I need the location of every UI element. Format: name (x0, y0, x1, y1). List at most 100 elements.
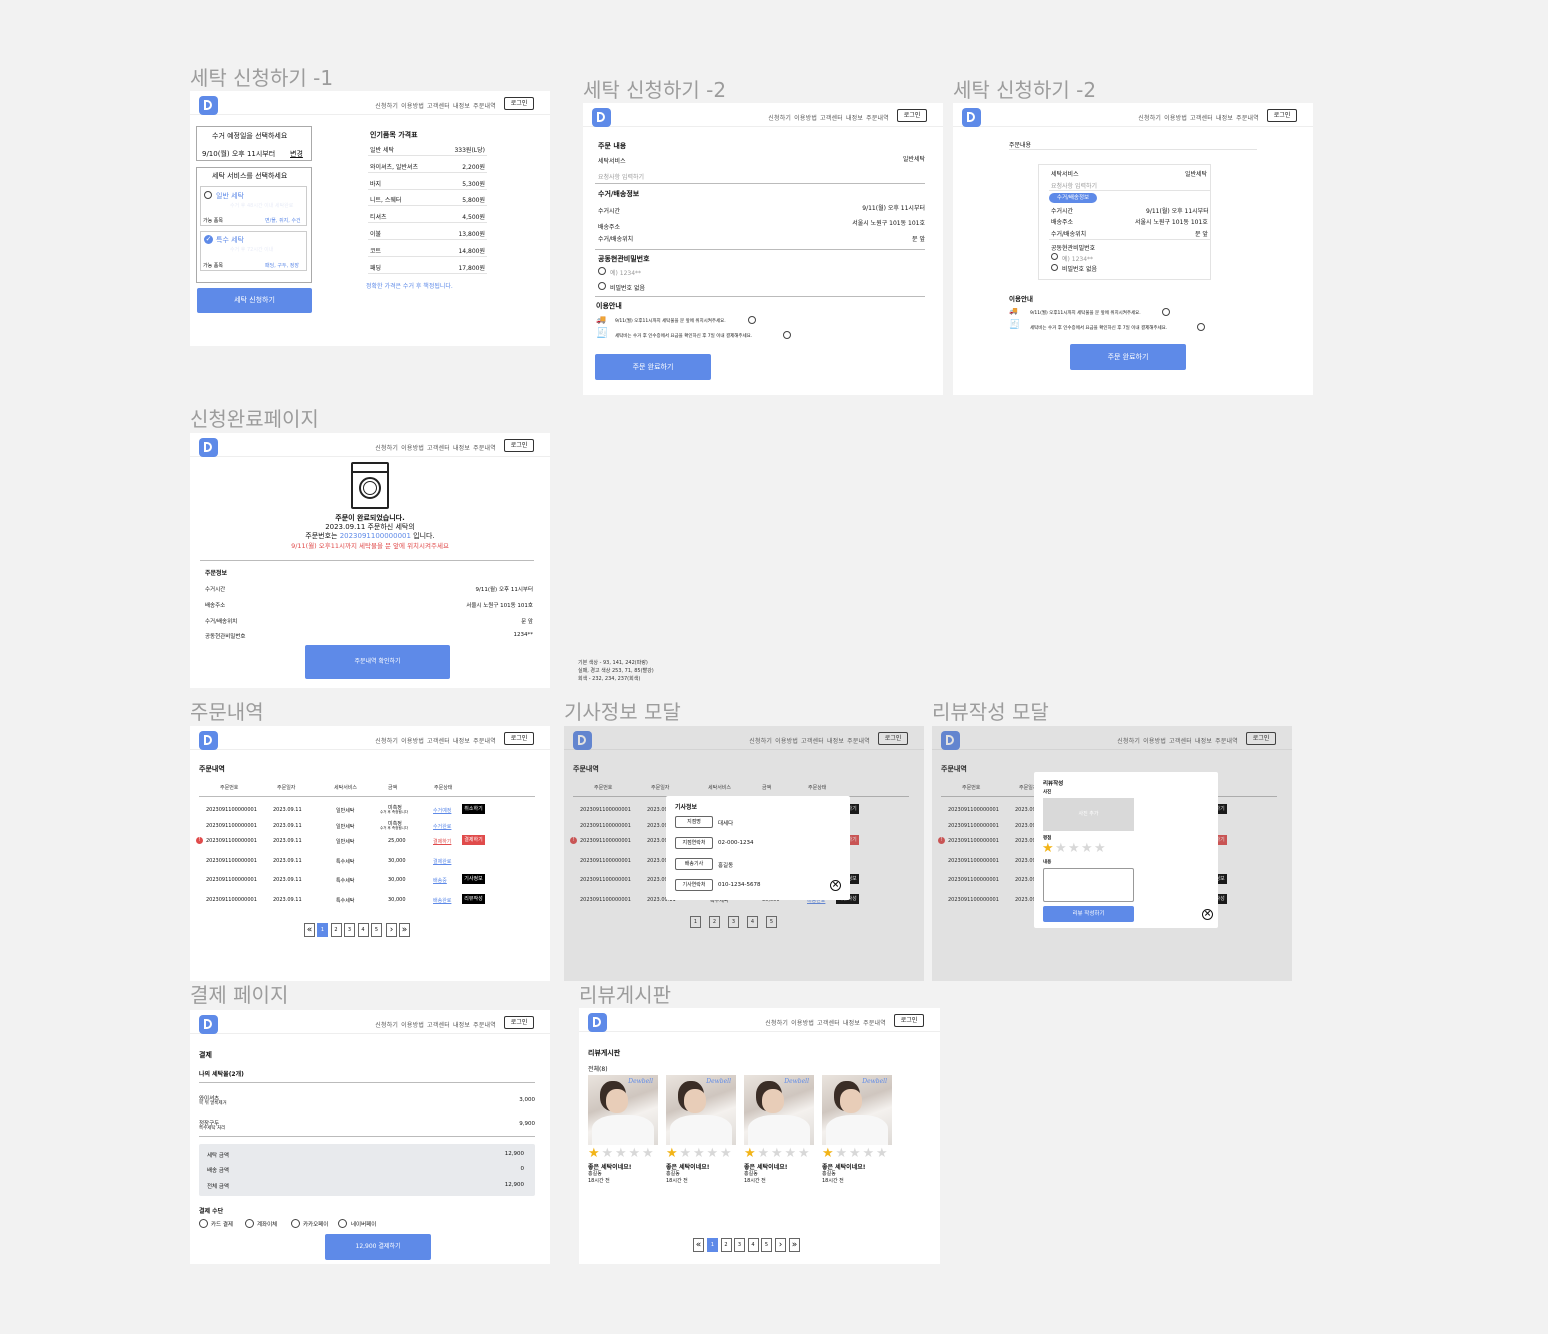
nav-link[interactable]: 주문내역 (473, 1022, 496, 1029)
nav-link[interactable]: 내정보 (1216, 115, 1233, 122)
order-submit-button[interactable]: 주문 완료하기 (595, 354, 711, 380)
nav-link[interactable]: 신청하기 (375, 1022, 398, 1029)
nav-link[interactable]: 고객센터 (820, 115, 843, 122)
door-pw-input[interactable]: 예) 1234** (1062, 254, 1093, 263)
order-status-link[interactable]: 결제완료 (433, 858, 451, 865)
page-button[interactable]: 1 (317, 923, 328, 937)
order-action-button[interactable]: 취소하기 (462, 804, 485, 814)
door-pw-radio[interactable] (1051, 253, 1058, 260)
page-button[interactable]: 1 (707, 1238, 718, 1252)
logo-icon[interactable] (962, 108, 981, 127)
check-icon[interactable]: ✓ (204, 235, 213, 244)
guide-1-check[interactable] (748, 316, 756, 324)
nav-link[interactable]: 신청하기 (375, 445, 398, 452)
rating-stars[interactable]: ★ ★ ★ ★ ★ (1042, 842, 1112, 855)
page-button[interactable]: 4 (357, 923, 369, 937)
nav-link[interactable]: 고객센터 (427, 445, 450, 452)
nav-link[interactable]: 신청하기 (1138, 115, 1161, 122)
review-textarea[interactable] (1043, 868, 1134, 902)
page-button[interactable]: 4 (747, 1238, 759, 1252)
order-status-link[interactable]: 배송완료 (433, 897, 451, 904)
order-status-link[interactable]: 수거완료 (433, 823, 451, 830)
guide-2-check[interactable] (783, 331, 791, 339)
method-radio[interactable] (199, 1219, 208, 1228)
guide-2-check[interactable] (1197, 323, 1205, 331)
no-pw-radio[interactable] (598, 282, 606, 290)
logo-icon[interactable] (199, 1015, 218, 1034)
page-button[interactable]: 5 (371, 923, 382, 937)
nav-link[interactable]: 신청하기 (768, 115, 791, 122)
next-page-icon[interactable]: › (775, 1238, 786, 1252)
close-icon[interactable]: × (1202, 909, 1213, 920)
star-icon[interactable]: ★ (1042, 842, 1054, 855)
special-items: 패딩, 구두, 정장 (265, 263, 299, 269)
pay-button[interactable]: 12,900 결제하기 (325, 1234, 431, 1260)
order-status-link[interactable]: 결제하기 (433, 838, 451, 845)
login-button[interactable]: 로그인 (504, 97, 534, 110)
guide-1-check[interactable] (1162, 308, 1170, 316)
login-button[interactable]: 로그인 (1267, 109, 1297, 122)
page-button[interactable]: 2 (720, 1238, 732, 1252)
star-icon[interactable]: ★ (1068, 842, 1080, 855)
nav-link[interactable]: 주문내역 (473, 103, 496, 110)
view-orders-button[interactable]: 주문내역 확인하기 (305, 645, 450, 679)
nav-link[interactable]: 이용방법 (401, 445, 424, 452)
star-icon[interactable]: ★ (1055, 842, 1067, 855)
order-submit-button[interactable]: 주문 완료하기 (1070, 344, 1186, 370)
login-button[interactable]: 로그인 (504, 439, 534, 452)
nav-link[interactable]: 이용방법 (1164, 115, 1187, 122)
order-action-button[interactable]: 리뷰작성 (462, 894, 485, 904)
review-modal-title: 리뷰작성 (1043, 781, 1064, 787)
login-button[interactable]: 로그인 (504, 1016, 534, 1029)
page-button[interactable]: 2 (330, 923, 342, 937)
method-radio[interactable] (338, 1219, 347, 1228)
nav-link[interactable]: 고객센터 (427, 103, 450, 110)
first-page-icon[interactable]: « (693, 1238, 704, 1252)
logo-icon[interactable] (592, 108, 611, 127)
last-page-icon[interactable]: » (399, 923, 410, 937)
logo-icon[interactable] (199, 438, 218, 457)
method-radio[interactable] (245, 1219, 254, 1228)
last-page-icon[interactable]: » (789, 1238, 800, 1252)
nav-link[interactable]: 이용방법 (794, 115, 817, 122)
order-action-button[interactable]: 기사정보 (462, 874, 485, 884)
page-button[interactable]: 5 (761, 1238, 772, 1252)
nav-link[interactable]: 이용방법 (401, 1022, 424, 1029)
login-button[interactable]: 로그인 (897, 109, 927, 122)
door-pw-input[interactable]: 예) 1234** (610, 268, 641, 277)
nav-link[interactable]: 이용방법 (401, 103, 424, 110)
order-status-link[interactable]: 배송중 (433, 877, 447, 884)
table-header: 세탁서비스 (334, 785, 358, 791)
table-row[interactable] (190, 726, 191, 727)
page-button[interactable]: 3 (734, 1238, 745, 1252)
method-radio[interactable] (291, 1219, 300, 1228)
nav-link[interactable]: 신청하기 (375, 103, 398, 110)
nav-link[interactable]: 내정보 (453, 103, 470, 110)
nav-link[interactable]: 내정보 (453, 445, 470, 452)
photo-upload[interactable]: 사진 추가 (1043, 798, 1134, 831)
nav-link[interactable]: 내정보 (846, 115, 863, 122)
nav-link[interactable]: 주문내역 (866, 115, 889, 122)
nav-link[interactable]: 고객센터 (427, 1022, 450, 1029)
request-input[interactable]: 요청사항 입력하기 (598, 172, 644, 181)
request-input[interactable]: 요청사항 입력하기 (1051, 181, 1097, 190)
next-page-icon[interactable]: › (386, 923, 397, 937)
nav-link[interactable]: 내정보 (453, 1022, 470, 1029)
review-submit-button[interactable]: 리뷰 작성하기 (1043, 906, 1134, 922)
nav-link[interactable]: 주문내역 (473, 445, 496, 452)
door-pw-radio[interactable] (598, 267, 606, 275)
general-radio[interactable] (204, 191, 212, 199)
no-pw-radio[interactable] (1051, 264, 1058, 271)
star-icon[interactable]: ★ (1094, 842, 1106, 855)
change-link[interactable]: 변경 (290, 149, 303, 159)
nav-link[interactable]: 주문내역 (1236, 115, 1259, 122)
logo-icon[interactable] (199, 96, 218, 115)
nav-link[interactable]: 고객센터 (1190, 115, 1213, 122)
close-icon[interactable]: × (830, 880, 841, 891)
order-action-button[interactable]: 결제하기 (462, 835, 485, 845)
order-status-link[interactable]: 수거예정 (433, 807, 451, 814)
page-button[interactable]: 3 (344, 923, 355, 937)
apply-submit-button[interactable]: 세탁 신청하기 (197, 288, 312, 313)
first-page-icon[interactable]: « (304, 923, 315, 937)
star-icon[interactable]: ★ (1081, 842, 1093, 855)
